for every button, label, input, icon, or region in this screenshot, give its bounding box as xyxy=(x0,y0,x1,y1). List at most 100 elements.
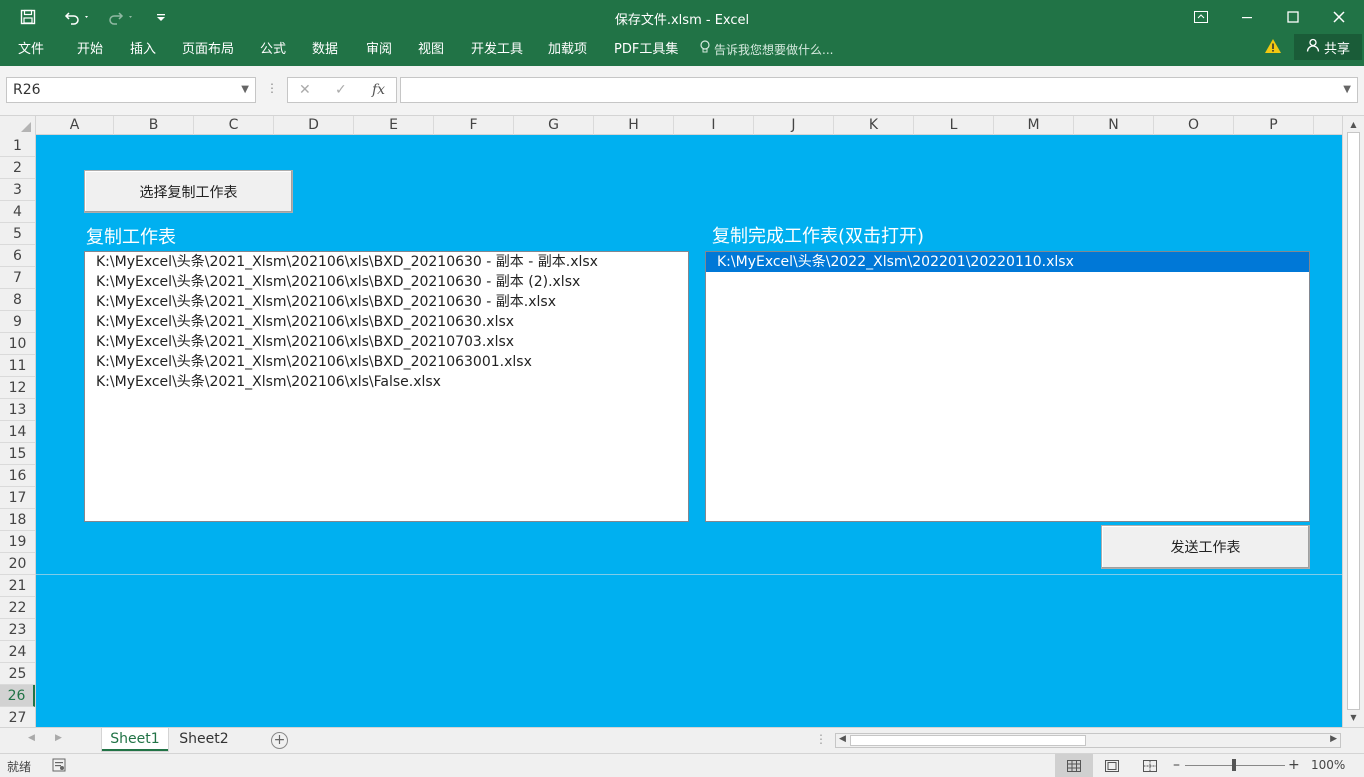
tab-scroll-left-icon[interactable]: ◀ xyxy=(28,733,35,743)
enter-entry-icon[interactable]: ✓ xyxy=(335,82,347,98)
horizontal-scroll-thumb[interactable] xyxy=(850,735,1086,746)
row-header-19[interactable]: 19 xyxy=(0,531,35,553)
row-header-1[interactable]: 1 xyxy=(0,135,35,157)
row-header-17[interactable]: 17 xyxy=(0,487,35,509)
scroll-down-icon[interactable]: ▼ xyxy=(1347,711,1360,724)
scroll-left-icon[interactable]: ◀ xyxy=(839,734,846,744)
list-item[interactable]: K:\MyExcel\头条\2021_Xlsm\202106\xls\BXD_2… xyxy=(85,272,688,292)
warning-icon[interactable] xyxy=(1264,38,1282,58)
copied-sheets-listbox[interactable]: K:\MyExcel\头条\2022_Xlsm\202201\20220110.… xyxy=(705,251,1310,522)
vertical-scrollbar[interactable]: ▲ ▼ xyxy=(1342,116,1364,727)
close-icon[interactable] xyxy=(1316,0,1362,34)
tab-developer[interactable]: 开发工具 xyxy=(471,39,523,61)
row-header-2[interactable]: 2 xyxy=(0,157,35,179)
row-header-14[interactable]: 14 xyxy=(0,421,35,443)
horizontal-scrollbar[interactable]: ◀ ▶ xyxy=(835,733,1341,748)
column-header-m[interactable]: M xyxy=(994,116,1074,135)
vertical-scroll-thumb[interactable] xyxy=(1347,132,1360,710)
row-header-11[interactable]: 11 xyxy=(0,355,35,377)
minimize-icon[interactable] xyxy=(1224,0,1270,34)
row-header-27[interactable]: 27 xyxy=(0,707,35,729)
tab-view[interactable]: 视图 xyxy=(418,39,444,61)
tab-addins[interactable]: 加载项 xyxy=(548,39,587,61)
cancel-entry-icon[interactable]: ✕ xyxy=(299,82,311,98)
scroll-up-icon[interactable]: ▲ xyxy=(1347,118,1360,131)
name-box-dropdown-icon[interactable]: ▼ xyxy=(241,78,249,102)
tab-pdf-tools[interactable]: PDF工具集 xyxy=(614,39,678,61)
send-sheets-button[interactable]: 发送工作表 xyxy=(1101,525,1310,569)
name-box[interactable]: R26 ▼ xyxy=(6,77,256,103)
row-header-26[interactable]: 26 xyxy=(0,685,35,707)
row-header-7[interactable]: 7 xyxy=(0,267,35,289)
row-header-10[interactable]: 10 xyxy=(0,333,35,355)
tab-review[interactable]: 审阅 xyxy=(366,39,392,61)
list-item[interactable]: K:\MyExcel\头条\2022_Xlsm\202201\20220110.… xyxy=(706,252,1309,272)
sheet-tab-sheet1[interactable]: Sheet1 xyxy=(102,728,168,751)
column-header-b[interactable]: B xyxy=(114,116,194,135)
zoom-slider-thumb[interactable] xyxy=(1232,759,1236,771)
row-header-4[interactable]: 4 xyxy=(0,201,35,223)
ribbon-display-icon[interactable] xyxy=(1178,0,1224,34)
row-header-18[interactable]: 18 xyxy=(0,509,35,531)
row-header-22[interactable]: 22 xyxy=(0,597,35,619)
tab-formulas[interactable]: 公式 xyxy=(260,39,286,61)
insert-function-icon[interactable]: fx xyxy=(372,82,385,98)
column-header-n[interactable]: N xyxy=(1074,116,1154,135)
page-break-view-icon[interactable] xyxy=(1131,754,1169,777)
column-header-j[interactable]: J xyxy=(754,116,834,135)
sheet-tab-sheet2[interactable]: Sheet2 xyxy=(172,728,236,751)
list-item[interactable]: K:\MyExcel\头条\2021_Xlsm\202106\xls\BXD_2… xyxy=(85,312,688,332)
list-item[interactable]: K:\MyExcel\头条\2021_Xlsm\202106\xls\BXD_2… xyxy=(85,332,688,352)
column-header-k[interactable]: K xyxy=(834,116,914,135)
row-header-25[interactable]: 25 xyxy=(0,663,35,685)
formula-input[interactable]: ▼ xyxy=(400,77,1358,103)
tab-split-grip-icon[interactable]: ⋮ xyxy=(815,732,827,746)
row-header-20[interactable]: 20 xyxy=(0,553,35,575)
page-layout-view-icon[interactable] xyxy=(1093,754,1131,777)
add-sheet-icon[interactable]: + xyxy=(271,732,288,749)
column-header-c[interactable]: C xyxy=(194,116,274,135)
row-header-24[interactable]: 24 xyxy=(0,641,35,663)
select-copy-sheets-button[interactable]: 选择复制工作表 xyxy=(84,170,293,213)
row-header-8[interactable]: 8 xyxy=(0,289,35,311)
column-header-p[interactable]: P xyxy=(1234,116,1314,135)
row-header-15[interactable]: 15 xyxy=(0,443,35,465)
row-header-3[interactable]: 3 xyxy=(0,179,35,201)
row-header-6[interactable]: 6 xyxy=(0,245,35,267)
list-item[interactable]: K:\MyExcel\头条\2021_Xlsm\202106\xls\BXD_2… xyxy=(85,352,688,372)
column-header-f[interactable]: F xyxy=(434,116,514,135)
column-header-overflow[interactable] xyxy=(1314,116,1342,135)
row-header-5[interactable]: 5 xyxy=(0,223,35,245)
row-header-21[interactable]: 21 xyxy=(0,575,35,597)
column-header-o[interactable]: O xyxy=(1154,116,1234,135)
expand-formula-icon[interactable]: ▼ xyxy=(1343,84,1351,95)
tab-data[interactable]: 数据 xyxy=(312,39,338,61)
column-header-l[interactable]: L xyxy=(914,116,994,135)
column-header-h[interactable]: H xyxy=(594,116,674,135)
list-item[interactable]: K:\MyExcel\头条\2021_Xlsm\202106\xls\BXD_2… xyxy=(85,252,688,272)
tab-scroll-right-icon[interactable]: ▶ xyxy=(55,733,62,743)
zoom-in-icon[interactable]: + xyxy=(1288,757,1300,773)
scroll-right-icon[interactable]: ▶ xyxy=(1330,734,1337,744)
tab-insert[interactable]: 插入 xyxy=(130,39,156,61)
column-header-a[interactable]: A xyxy=(36,116,114,135)
zoom-level[interactable]: 100% xyxy=(1311,758,1345,772)
column-header-e[interactable]: E xyxy=(354,116,434,135)
row-header-9[interactable]: 9 xyxy=(0,311,35,333)
tab-home[interactable]: 开始 xyxy=(77,39,103,61)
list-item[interactable]: K:\MyExcel\头条\2021_Xlsm\202106\xls\BXD_2… xyxy=(85,292,688,312)
column-header-g[interactable]: G xyxy=(514,116,594,135)
row-header-23[interactable]: 23 xyxy=(0,619,35,641)
maximize-icon[interactable] xyxy=(1270,0,1316,34)
tab-file[interactable]: 文件 xyxy=(18,39,44,61)
formula-bar-grip-icon[interactable]: ⋮ xyxy=(266,81,278,95)
row-header-12[interactable]: 12 xyxy=(0,377,35,399)
tab-page-layout[interactable]: 页面布局 xyxy=(182,39,234,61)
select-all-corner[interactable] xyxy=(0,116,36,135)
normal-view-icon[interactable] xyxy=(1055,754,1093,777)
column-header-d[interactable]: D xyxy=(274,116,354,135)
tell-me-box[interactable]: 告诉我您想要做什么... xyxy=(700,39,833,61)
row-header-16[interactable]: 16 xyxy=(0,465,35,487)
copy-sheets-listbox[interactable]: K:\MyExcel\头条\2021_Xlsm\202106\xls\BXD_2… xyxy=(84,251,689,522)
column-header-i[interactable]: I xyxy=(674,116,754,135)
